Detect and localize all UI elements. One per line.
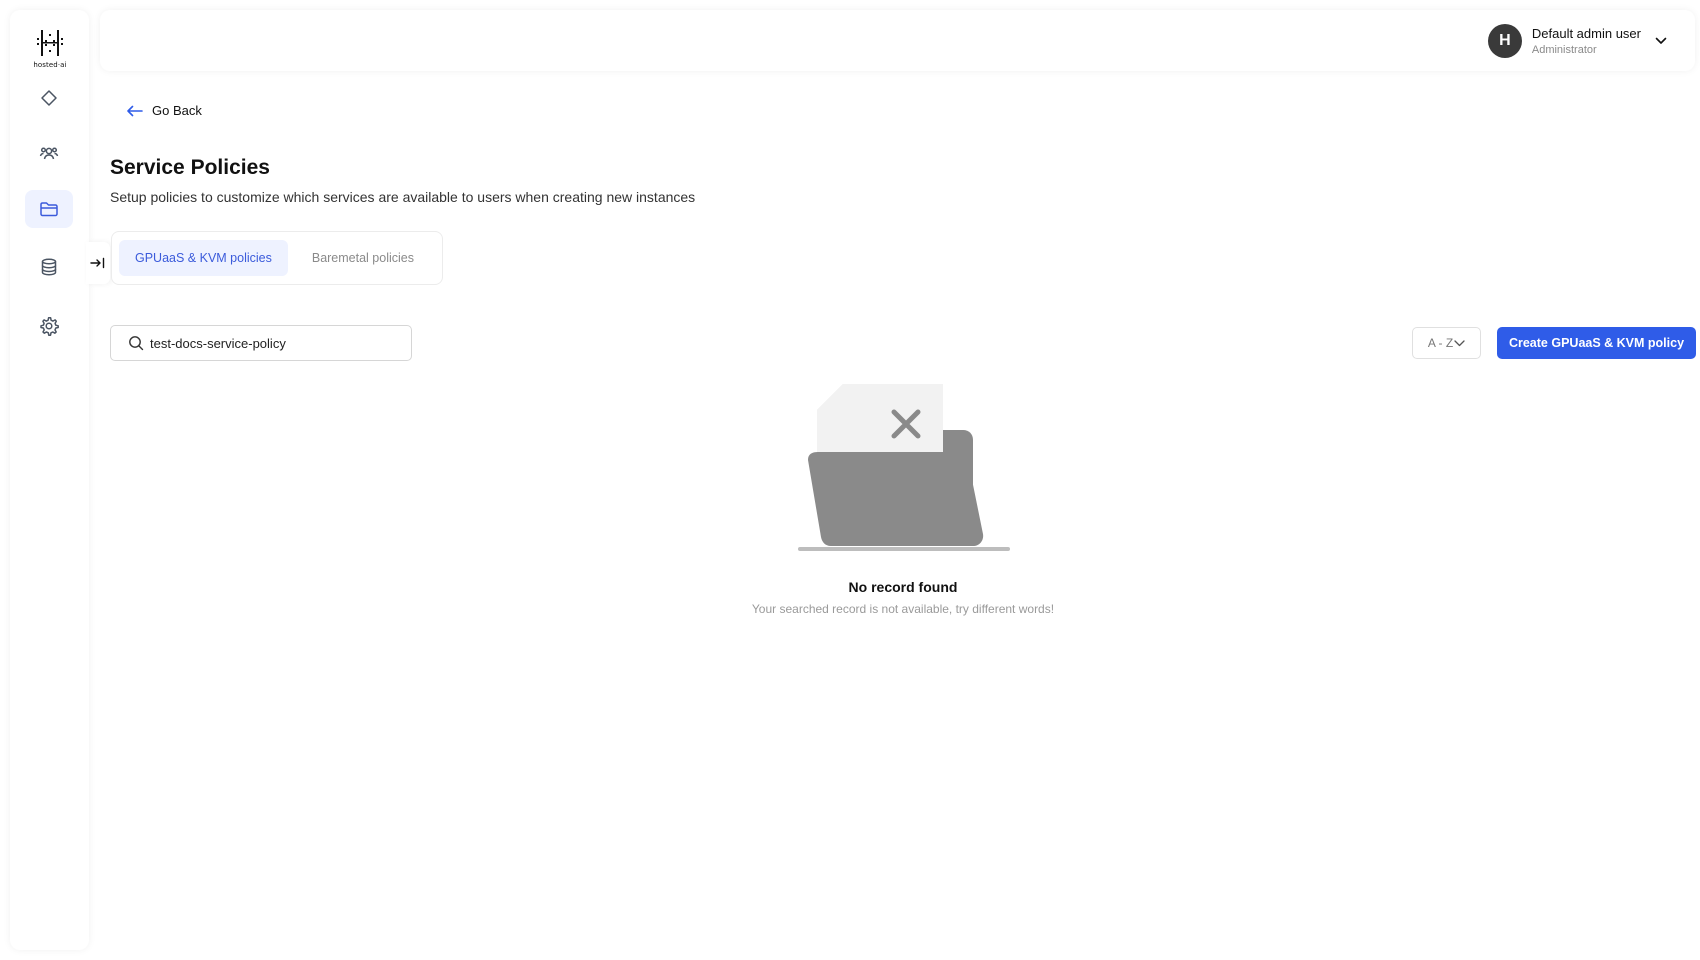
sort-dropdown[interactable]: A - Z bbox=[1412, 327, 1481, 359]
sidebar: hosted·ai bbox=[10, 10, 89, 950]
chevron-down-icon bbox=[1454, 339, 1465, 346]
user-menu[interactable]: H Default admin user Administrator bbox=[1487, 22, 1667, 60]
arrow-left-icon bbox=[127, 105, 143, 116]
search-box bbox=[110, 325, 412, 361]
avatar[interactable]: H bbox=[1487, 24, 1522, 58]
sidebar-item-settings[interactable] bbox=[25, 307, 73, 345]
gear-icon bbox=[40, 317, 59, 336]
user-role: Administrator bbox=[1531, 44, 1597, 56]
database-icon bbox=[41, 258, 57, 276]
logo[interactable]: hosted·ai bbox=[30, 26, 70, 74]
sidebar-item-dashboard[interactable] bbox=[25, 79, 73, 117]
logo-text: hosted·ai bbox=[33, 61, 67, 69]
tab-baremetal-policies[interactable]: Baremetal policies bbox=[296, 240, 430, 276]
users-icon bbox=[39, 147, 59, 160]
sidebar-item-users[interactable] bbox=[25, 134, 73, 172]
sidebar-item-policies[interactable] bbox=[25, 190, 73, 228]
empty-folder-illustration bbox=[798, 384, 1010, 551]
create-policy-button[interactable]: Create GPUaaS & KVM policy bbox=[1497, 327, 1696, 359]
sidebar-item-storage[interactable] bbox=[25, 248, 73, 286]
user-info: Default admin user Administrator bbox=[1532, 26, 1641, 56]
user-name: Default admin user bbox=[1531, 26, 1641, 41]
top-header: H Default admin user Administrator bbox=[100, 10, 1695, 71]
diamond-icon bbox=[41, 90, 57, 106]
empty-state-description: Your searched record is not available, t… bbox=[751, 602, 1055, 616]
sort-label: A - Z bbox=[1427, 336, 1454, 350]
page-subtitle: Setup policies to customize which servic… bbox=[110, 189, 696, 205]
folder-icon bbox=[40, 202, 58, 217]
empty-state-title: No record found bbox=[848, 579, 958, 595]
logo-icon bbox=[37, 30, 63, 56]
search-input[interactable] bbox=[150, 335, 400, 351]
go-back-label: Go Back bbox=[152, 103, 202, 118]
sidebar-collapse-toggle[interactable] bbox=[86, 242, 110, 284]
collapse-arrow-icon bbox=[90, 257, 105, 269]
policy-tabs: GPUaaS & KVM policies Baremetal policies bbox=[111, 231, 443, 285]
chevron-down-icon[interactable] bbox=[1655, 37, 1667, 45]
go-back-link[interactable]: Go Back bbox=[126, 103, 202, 118]
search-icon bbox=[129, 336, 144, 351]
page-title: Service Policies bbox=[110, 156, 270, 179]
tab-gpuaas-kvm-policies[interactable]: GPUaaS & KVM policies bbox=[119, 240, 288, 276]
